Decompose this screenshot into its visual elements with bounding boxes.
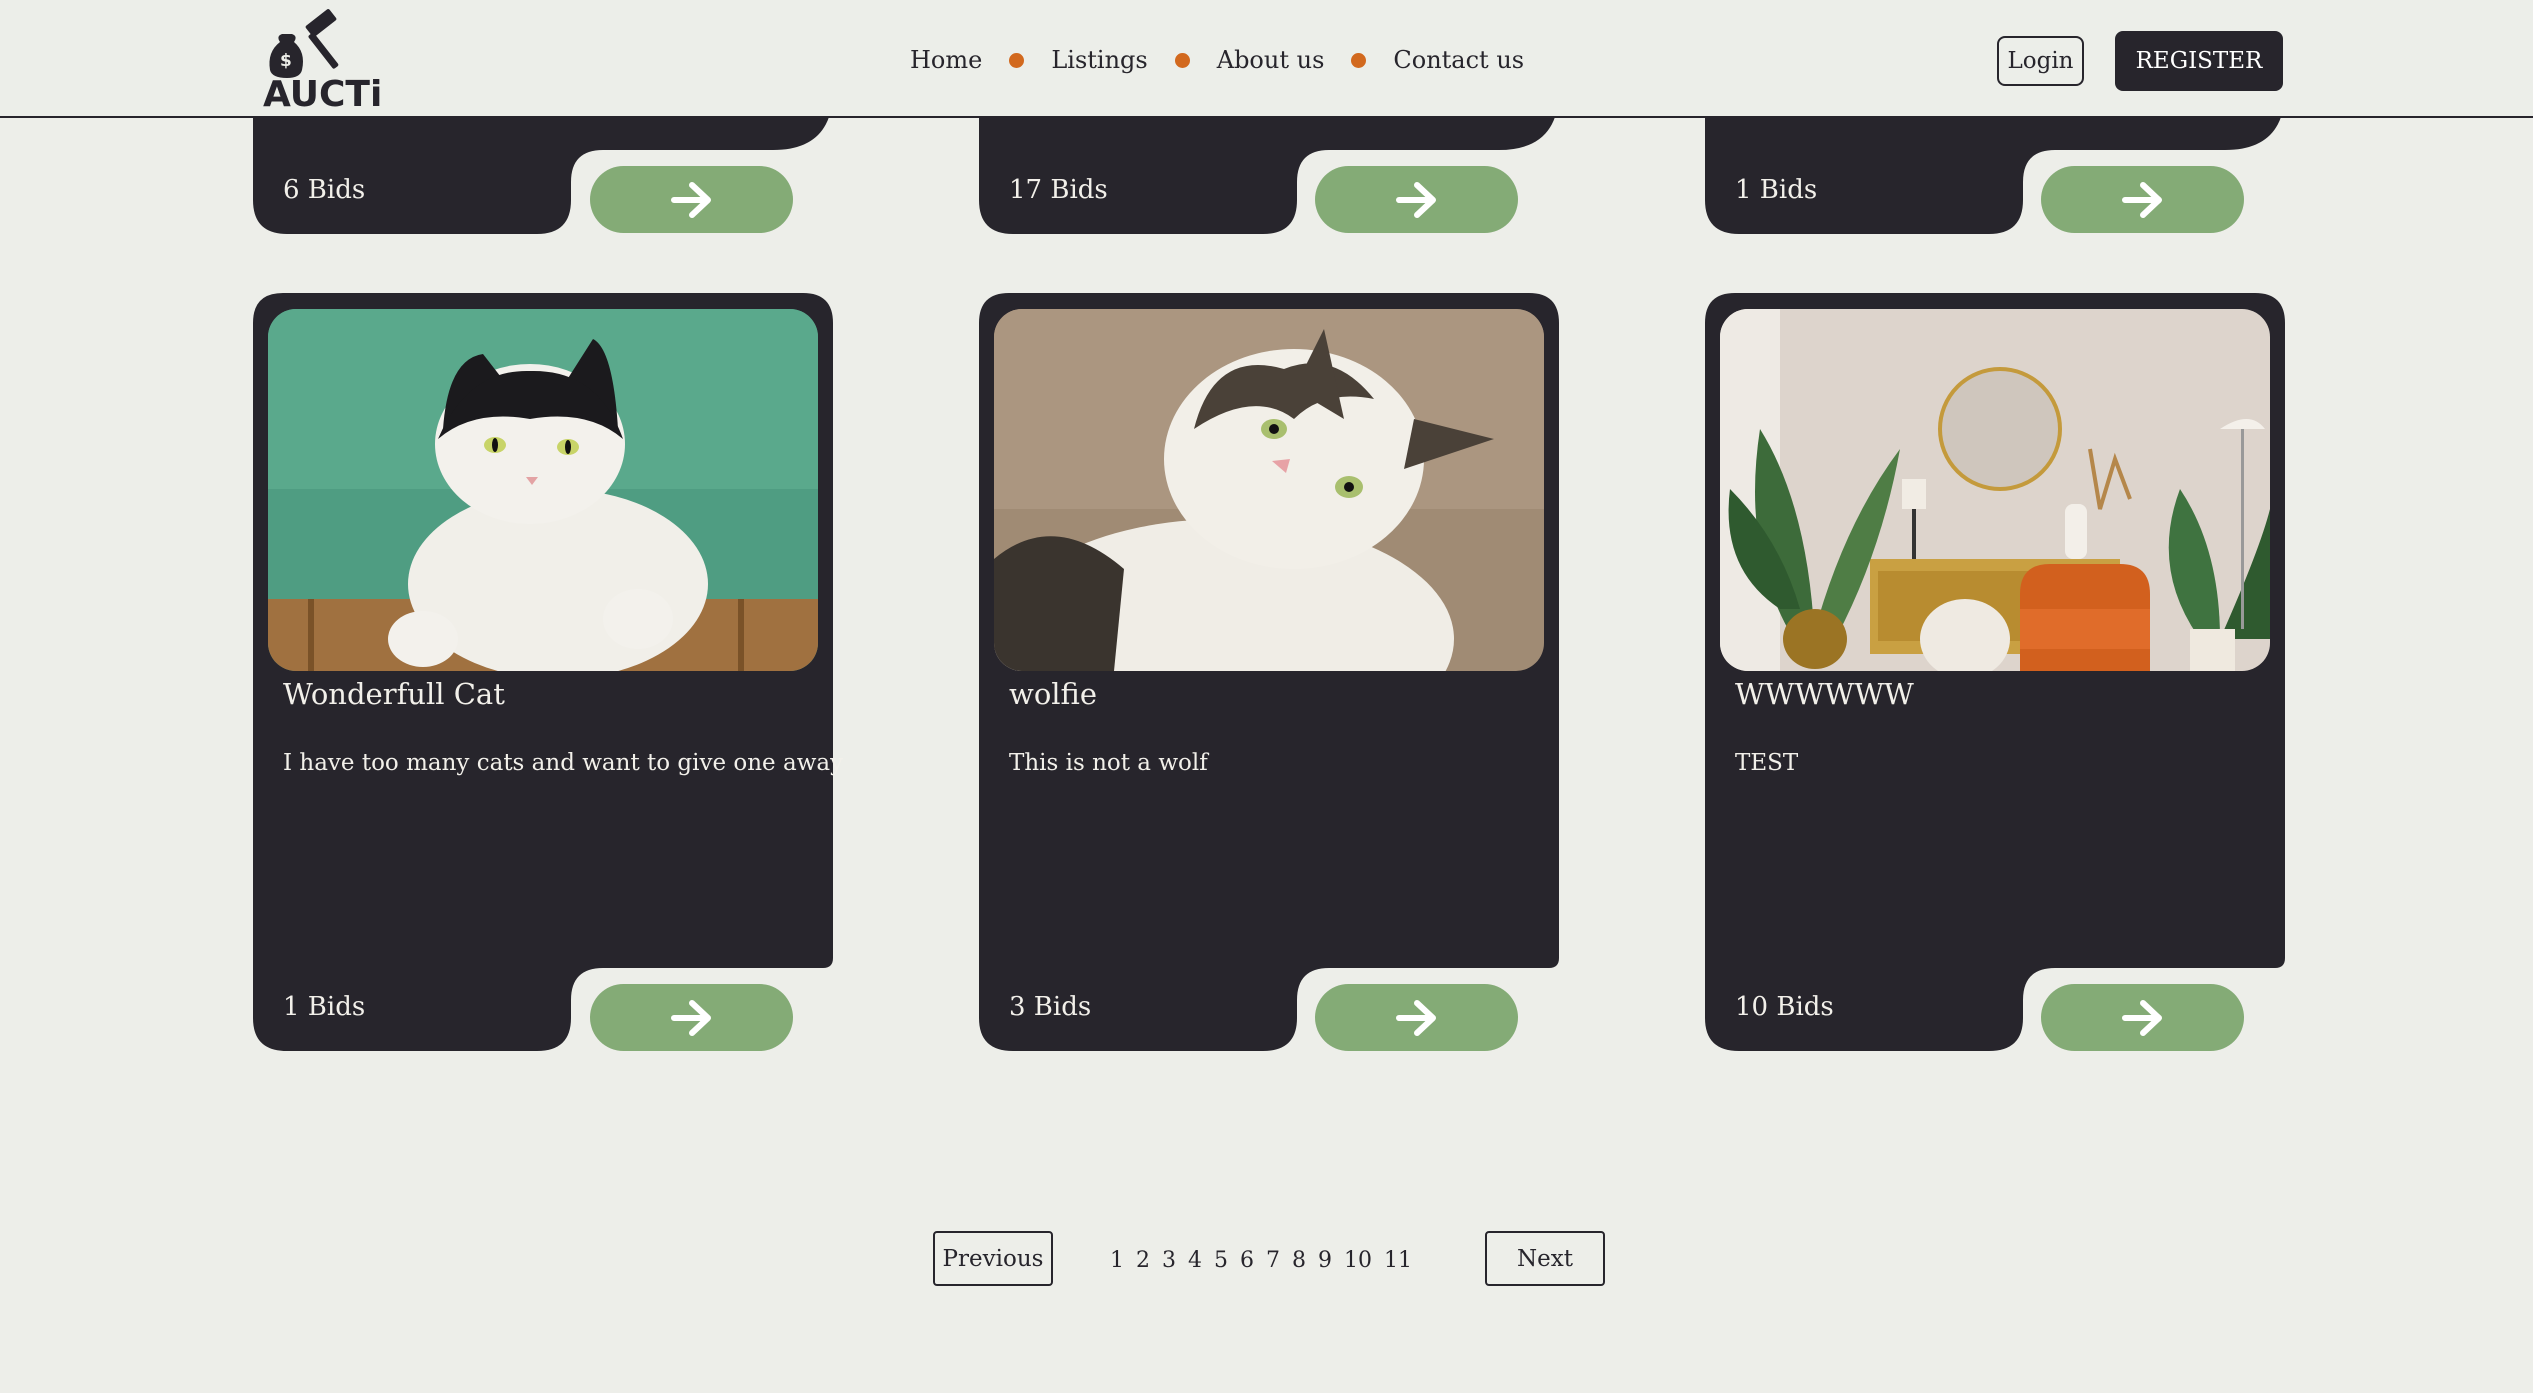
arrow-right-icon	[1395, 999, 1436, 1036]
listing-image-cat[interactable]	[994, 309, 1544, 671]
arrow-right-icon	[2121, 999, 2162, 1036]
previous-page-button[interactable]: Previous	[933, 1231, 1053, 1286]
view-listing-button[interactable]	[2041, 984, 2244, 1051]
view-listing-button[interactable]	[590, 166, 793, 233]
page-link-5[interactable]: 5	[1214, 1248, 1228, 1273]
nav-separator-dot	[1351, 52, 1367, 68]
nav-listings[interactable]: Listings	[1051, 46, 1147, 74]
arrow-right-icon	[2121, 181, 2162, 218]
page-link-2[interactable]: 2	[1136, 1248, 1150, 1273]
page-link-3[interactable]: 3	[1162, 1248, 1176, 1273]
nav-separator-dot	[1009, 52, 1025, 68]
listing-title[interactable]: wolfie	[1009, 677, 1097, 711]
nav-home[interactable]: Home	[910, 46, 982, 74]
bid-count: 10 Bids	[1735, 992, 1834, 1022]
listing-description: I have too many cats and want to give on…	[283, 750, 844, 776]
nav-about-us[interactable]: About us	[1217, 46, 1325, 74]
svg-text:$: $	[280, 51, 292, 71]
arrow-right-icon	[670, 999, 711, 1036]
login-button[interactable]: Login	[1997, 36, 2084, 86]
view-listing-button[interactable]	[1315, 166, 1518, 233]
page-link-4[interactable]: 4	[1188, 1248, 1202, 1273]
listing-title[interactable]: WWWWWW	[1735, 677, 1914, 711]
view-listing-button[interactable]	[2041, 166, 2244, 233]
bid-count: 3 Bids	[1009, 992, 1092, 1022]
bid-count: 1 Bids	[283, 992, 366, 1022]
register-button[interactable]: REGISTER	[2115, 31, 2283, 91]
arrow-right-icon	[1395, 181, 1436, 218]
view-listing-button[interactable]	[590, 984, 793, 1051]
listing-image-interior[interactable]	[1720, 309, 2270, 671]
listing-image-cat[interactable]	[268, 309, 818, 671]
listing-description: This is not a wolf	[1009, 750, 1208, 776]
bid-count: 6 Bids	[283, 175, 366, 205]
page-link-11[interactable]: 11	[1384, 1248, 1412, 1273]
page-numbers: 1 2 3 4 5 6 7 8 9 10 11	[1110, 1240, 1424, 1280]
arrow-right-icon	[670, 181, 711, 218]
main-nav: Home Listings About us Contact us	[910, 40, 1524, 80]
page-link-8[interactable]: 8	[1292, 1248, 1306, 1273]
view-listing-button[interactable]	[1315, 984, 1518, 1051]
logo-text[interactable]: AUCTi	[263, 74, 382, 115]
listing-description: TEST	[1735, 750, 1799, 776]
bid-count: 1 Bids	[1735, 175, 1818, 205]
listing-title[interactable]: Wonderfull Cat	[283, 677, 505, 711]
bid-count: 17 Bids	[1009, 175, 1108, 205]
nav-separator-dot	[1174, 52, 1190, 68]
page-link-10[interactable]: 10	[1344, 1248, 1372, 1273]
page-link-7[interactable]: 7	[1266, 1248, 1280, 1273]
nav-contact-us[interactable]: Contact us	[1393, 46, 1524, 74]
page-link-1[interactable]: 1	[1110, 1248, 1124, 1273]
site-header: $ AUCTi Home Listings About us Contact u…	[0, 0, 2533, 118]
next-page-button[interactable]: Next	[1485, 1231, 1605, 1286]
page-link-6[interactable]: 6	[1240, 1248, 1254, 1273]
page-link-9[interactable]: 9	[1318, 1248, 1332, 1273]
